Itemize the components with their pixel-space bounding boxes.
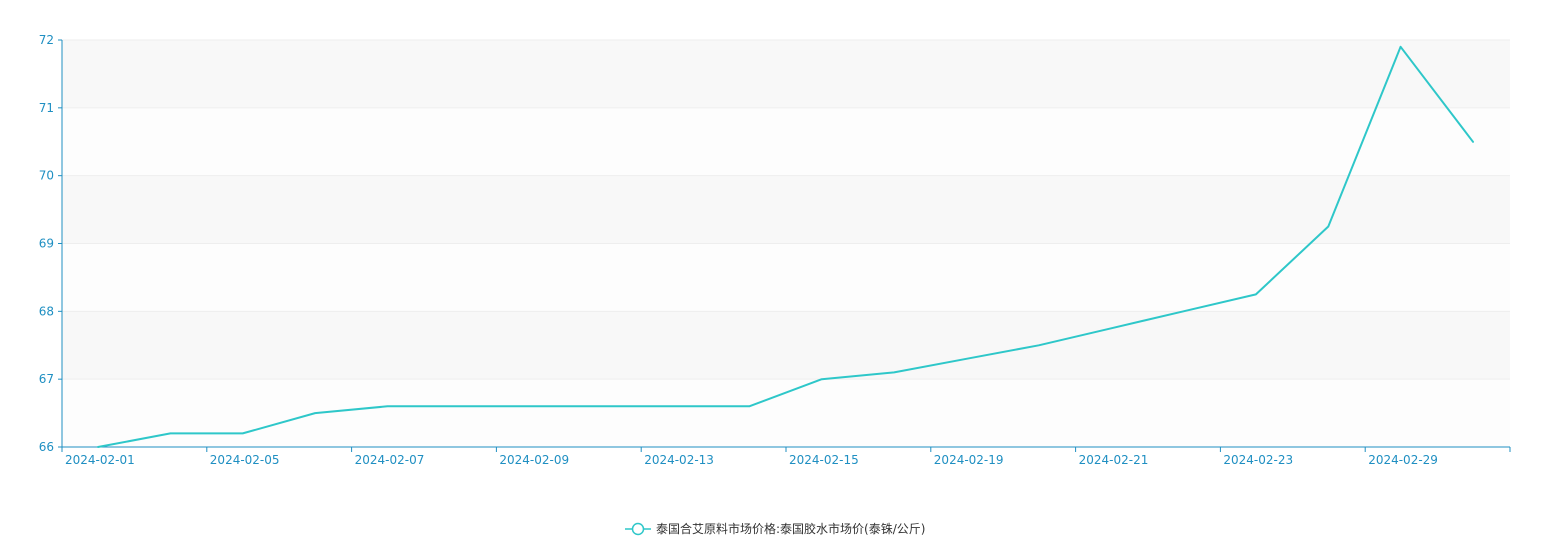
- x-axis-ticks: 2024-02-01 2024-02-05 2024-02-07 2024-02-09…: [61, 447, 1511, 467]
- data-point: [1037, 343, 1041, 347]
- x-tick-label: 2024-02-29: [1368, 453, 1438, 467]
- x-tick-label: 2024-02-23: [1223, 453, 1293, 467]
- data-point: [1471, 140, 1475, 144]
- data-point: [1109, 326, 1113, 330]
- data-point: [1254, 292, 1258, 296]
- y-tick-label: 68: [39, 304, 54, 318]
- data-point: [892, 370, 896, 374]
- x-tick-label: 2024-02-19: [934, 453, 1004, 467]
- line-chart: 66676869707172 2024-02-01 2024-02-05 2024-…: [39, 33, 1511, 536]
- x-tick-label: 2024-02-09: [499, 453, 569, 467]
- y-tick-label: 66: [39, 440, 54, 454]
- x-tick-label: 2024-02-07: [355, 453, 425, 467]
- grid-band: [62, 40, 1510, 108]
- grid-band: [62, 311, 1510, 380]
- data-point: [385, 404, 389, 408]
- y-tick-label: 67: [39, 372, 54, 386]
- data-point: [241, 431, 245, 435]
- x-tick-label: 2024-02-13: [644, 453, 714, 467]
- data-point: [820, 377, 824, 381]
- grid-band: [62, 379, 1510, 447]
- data-point: [458, 404, 462, 408]
- data-point: [168, 431, 172, 435]
- y-tick-label: 71: [39, 101, 54, 115]
- grid-band: [62, 175, 1510, 244]
- data-point: [530, 404, 534, 408]
- grid-band: [62, 243, 1510, 312]
- data-point: [313, 411, 317, 415]
- x-tick-label: 2024-02-01: [65, 453, 135, 467]
- grid-band: [62, 107, 1510, 176]
- y-tick-label: 70: [39, 169, 54, 183]
- data-point: [1326, 225, 1330, 229]
- data-point: [675, 404, 679, 408]
- y-tick-label: 69: [39, 237, 54, 251]
- y-tick-label: 72: [39, 33, 54, 47]
- data-point: [603, 404, 607, 408]
- data-point: [1399, 45, 1403, 49]
- legend[interactable]: 泰国合艾原料市场价格:泰国胶水市场价(泰铢/公斤): [625, 521, 925, 536]
- legend-label: 泰国合艾原料市场价格:泰国胶水市场价(泰铢/公斤): [656, 521, 925, 536]
- x-tick-label: 2024-02-21: [1079, 453, 1149, 467]
- legend-marker-icon: [631, 522, 645, 536]
- data-point: [964, 357, 968, 361]
- x-tick-label: 2024-02-15: [789, 453, 859, 467]
- chart-container: 66 67 68 69 70 71 72 2024-02-01 2024-02-05 2024-…: [0, 0, 1550, 547]
- data-point: [747, 404, 751, 408]
- data-point: [96, 445, 100, 449]
- data-point: [1182, 309, 1186, 313]
- x-tick-label: 2024-02-05: [210, 453, 280, 467]
- y-axis-ticks: 66 67 68 69 70 71 72: [39, 33, 62, 454]
